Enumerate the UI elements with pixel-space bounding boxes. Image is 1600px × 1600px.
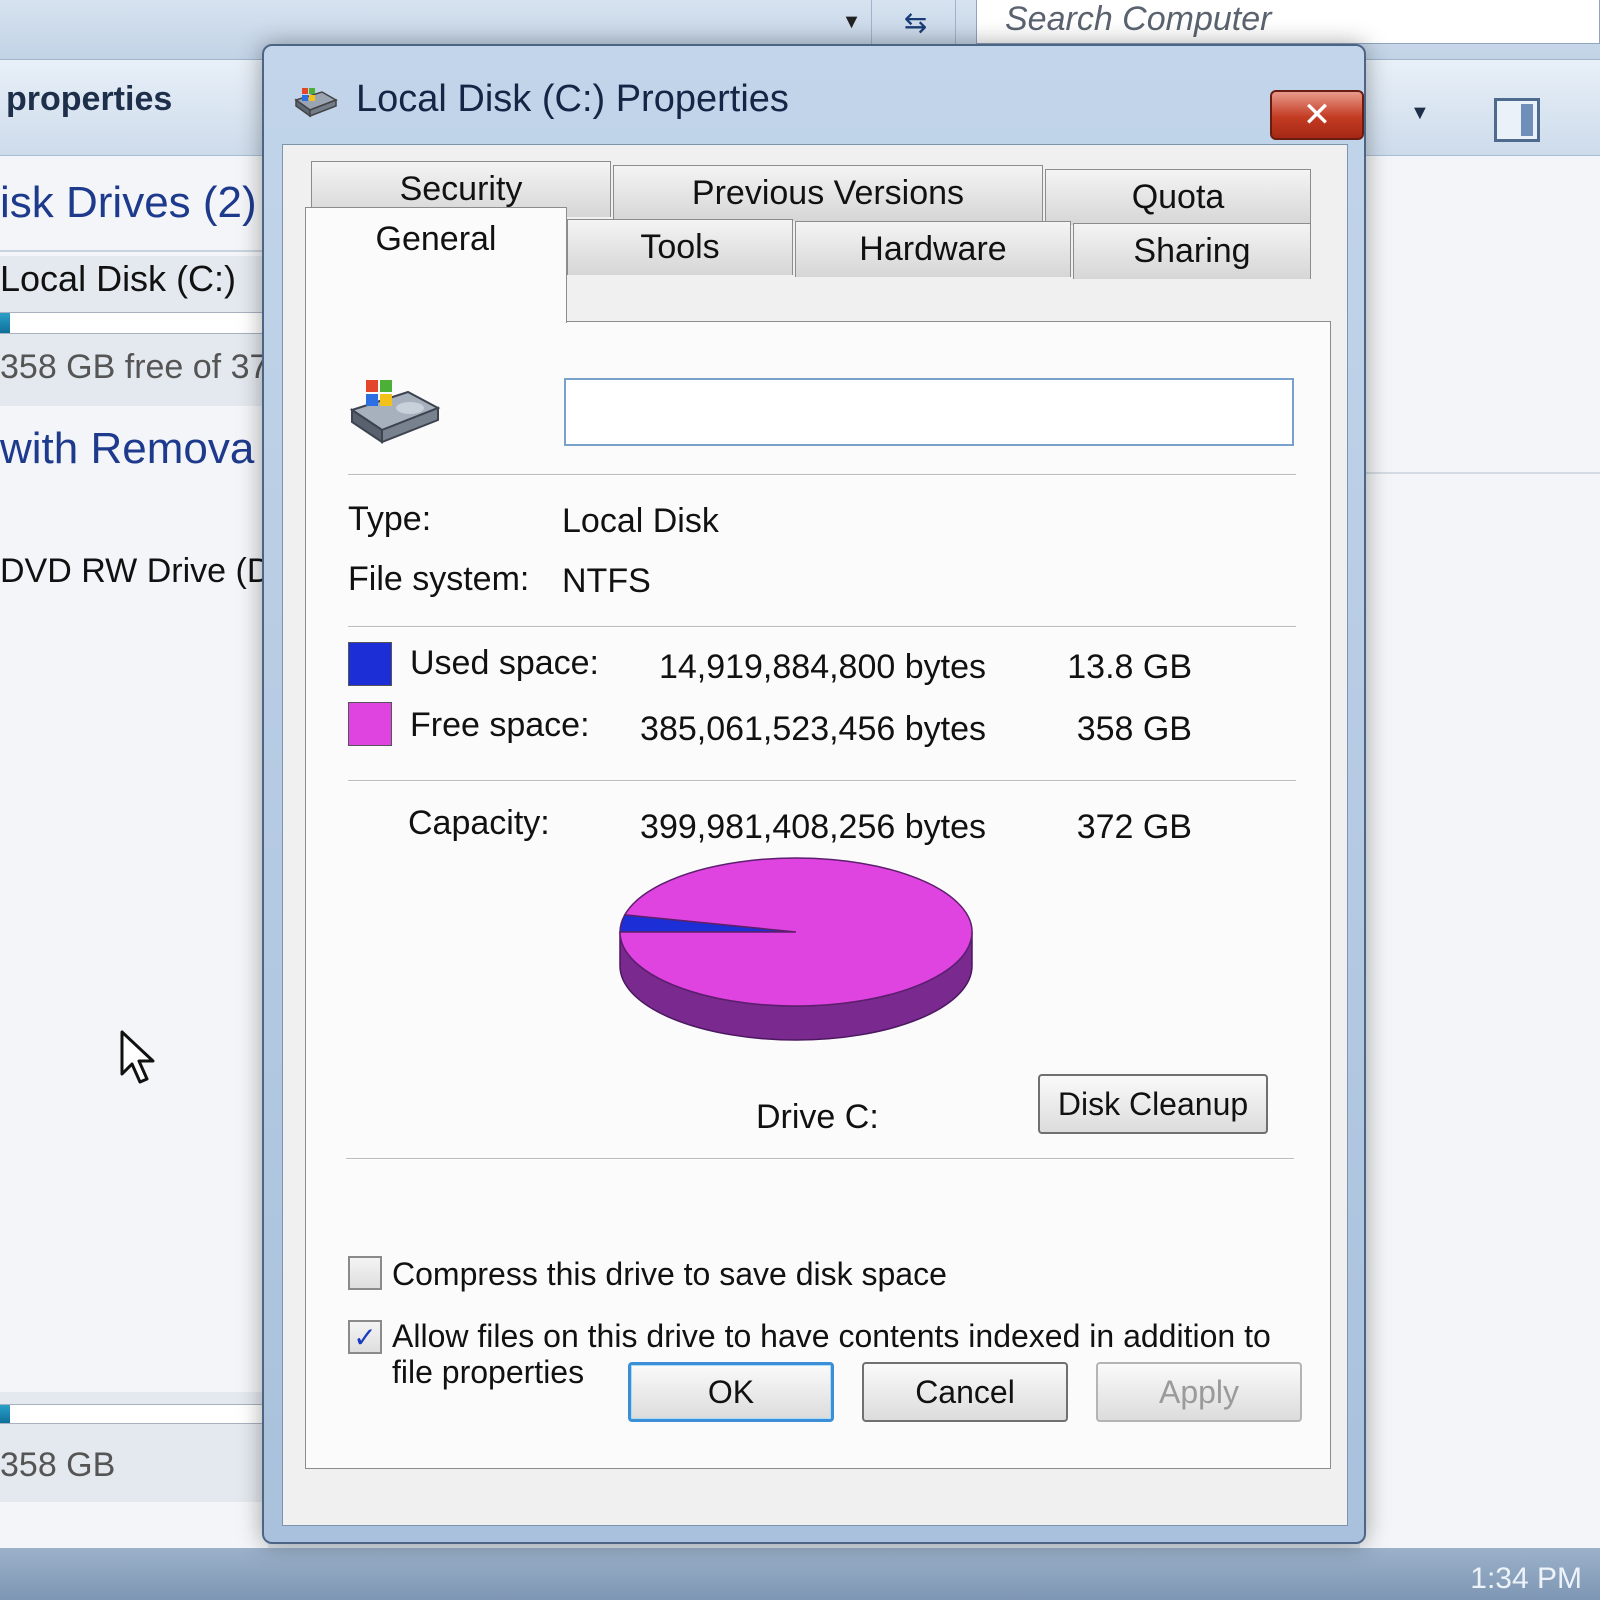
used-space-gb: 13.8 GB — [1067, 648, 1192, 686]
separator — [346, 1158, 1294, 1160]
tab-quota[interactable]: Quota — [1045, 169, 1311, 225]
mouse-cursor-icon — [120, 1030, 155, 1084]
refresh-icon: ⇆ — [903, 6, 928, 38]
index-contents-checkbox[interactable]: ✓ — [348, 1320, 382, 1354]
tab-label: Security — [399, 170, 523, 208]
taskbar — [0, 1548, 1600, 1600]
free-space-label: Free space: — [410, 706, 590, 744]
tab-general[interactable]: General — [305, 207, 567, 323]
refresh-button[interactable]: ⇆ — [876, 0, 956, 44]
drive-caption: Drive C: — [756, 1098, 879, 1136]
group-divider — [0, 250, 268, 252]
group-header-hard-disk-drives: isk Drives (2) — [0, 178, 257, 227]
drive-tile-c-name: Local Disk (C:) — [0, 258, 237, 299]
drive-icon — [349, 380, 441, 444]
chevron-down-icon: ▼ — [841, 10, 862, 33]
used-space-label: Used space: — [410, 644, 599, 682]
capacity-label: Capacity: — [408, 804, 550, 842]
separator — [348, 474, 1296, 476]
tab-label: Hardware — [859, 230, 1007, 268]
ok-button[interactable]: OK — [628, 1362, 834, 1422]
close-button[interactable]: ✕ — [1270, 90, 1364, 140]
explorer-content-right — [1360, 156, 1600, 1556]
tab-label: Sharing — [1133, 232, 1251, 270]
pie-chart-top — [619, 857, 973, 1007]
pie-slice-free — [619, 857, 973, 1007]
search-placeholder: Search Computer — [1005, 0, 1272, 38]
tab-label: Previous Versions — [691, 174, 965, 212]
compress-drive-label: Compress this drive to save disk space — [392, 1256, 947, 1292]
group-divider — [1360, 472, 1600, 474]
check-icon: ✓ — [353, 1321, 377, 1353]
drive-icon — [294, 88, 338, 118]
drive-tile-c-free: 358 GB free of 37 — [0, 348, 269, 386]
volume-label-input[interactable] — [564, 378, 1294, 446]
taskbar-clock[interactable]: 1:34 PM — [1470, 1562, 1582, 1596]
free-space-swatch — [348, 702, 392, 746]
drive-usage-fill — [0, 313, 10, 333]
apply-button[interactable]: Apply — [1096, 1362, 1302, 1422]
drive-usage-bar — [0, 312, 268, 334]
properties-dialog: Local Disk (C:) Properties ✕ Security Pr… — [262, 44, 1366, 1544]
drive-usage-bar — [0, 1404, 268, 1424]
compress-drive-checkbox[interactable] — [348, 1256, 382, 1290]
file-system-label: File system: — [348, 560, 530, 598]
disk-usage-pie-chart — [619, 857, 973, 1041]
tab-tools[interactable]: Tools — [567, 219, 793, 275]
tab-label: General — [375, 220, 497, 258]
drive-usage-fill — [0, 1405, 10, 1423]
dialog-title: Local Disk (C:) Properties — [356, 78, 789, 120]
preview-pane-icon[interactable] — [1494, 98, 1540, 142]
toolbar-properties-button[interactable]: properties — [6, 80, 172, 119]
address-dropdown-button[interactable]: ▼ — [832, 0, 872, 44]
tab-label: Tools — [640, 228, 720, 266]
capacity-bytes: 399,981,408,256 bytes — [640, 808, 986, 846]
disk-cleanup-button[interactable]: Disk Cleanup — [1038, 1074, 1268, 1134]
close-icon: ✕ — [1302, 96, 1332, 134]
used-space-bytes: 14,919,884,800 bytes — [658, 648, 986, 686]
drive-tile-secondary-free: 358 GB — [0, 1446, 116, 1484]
general-tab-panel: Type: Local Disk File system: NTFS Used … — [305, 321, 1331, 1469]
drive-tile-dvd-name[interactable]: DVD RW Drive (D — [0, 552, 271, 591]
free-space-gb: 358 GB — [1076, 710, 1192, 748]
tab-previous-versions[interactable]: Previous Versions — [613, 165, 1043, 221]
file-system-value: NTFS — [562, 562, 651, 600]
chevron-down-icon[interactable]: ▼ — [1410, 102, 1430, 125]
tab-hardware[interactable]: Hardware — [795, 221, 1071, 277]
free-space-bytes: 385,061,523,456 bytes — [640, 710, 986, 748]
tab-sharing[interactable]: Sharing — [1073, 223, 1311, 279]
capacity-gb: 372 GB — [1076, 808, 1192, 846]
cancel-button[interactable]: Cancel — [862, 1362, 1068, 1422]
tab-label: Quota — [1131, 178, 1225, 216]
dialog-client-area: Security Previous Versions Quota General… — [282, 144, 1348, 1526]
type-label: Type: — [348, 500, 432, 538]
search-input[interactable]: Search Computer — [976, 0, 1600, 44]
type-value: Local Disk — [562, 502, 719, 540]
separator — [348, 780, 1296, 782]
group-header-removable-storage: with Remova — [0, 424, 255, 473]
separator — [348, 626, 1296, 628]
used-space-swatch — [348, 642, 392, 686]
